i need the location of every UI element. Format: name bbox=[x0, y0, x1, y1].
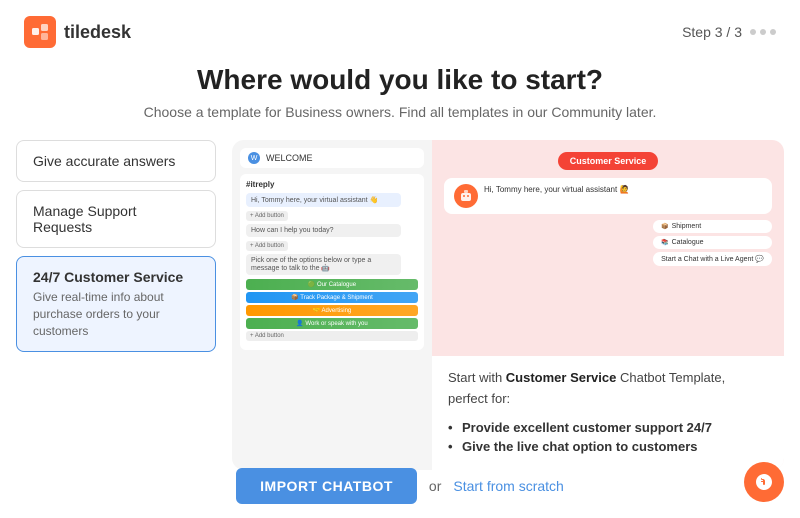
template-item-manage-support[interactable]: Manage Support Requests bbox=[16, 190, 216, 248]
question-bubble: How can I help you today? bbox=[246, 224, 401, 237]
qr-live-agent: Start a Chat with a Live Agent 💬 bbox=[653, 252, 772, 266]
chat-channel-title: #itreply bbox=[246, 180, 418, 189]
qr-catalogue: 📚 Catalogue bbox=[653, 236, 772, 249]
qr-catalogue-icon: 📚 bbox=[661, 239, 668, 246]
add-button-3: + Add button bbox=[246, 331, 418, 341]
header: tiledesk Step 3 / 3 bbox=[0, 0, 800, 64]
chat-preview: W WELCOME #itreply Hi, Tommy here, your … bbox=[232, 140, 432, 470]
greeting-bubble: Hi, Tommy here, your virtual assistant 👋 bbox=[246, 193, 401, 207]
import-chatbot-button[interactable]: IMPORT CHATBOT bbox=[236, 468, 417, 504]
step-dots bbox=[750, 29, 776, 35]
or-text: or bbox=[429, 478, 441, 494]
add-button-2: + Add button bbox=[246, 241, 288, 251]
qr-shipment-icon: 📦 bbox=[661, 223, 668, 230]
qr-shipment: 📦 Shipment bbox=[653, 220, 772, 233]
help-button[interactable] bbox=[744, 462, 784, 502]
dot-2 bbox=[760, 29, 766, 35]
description-text: Start with Customer Service Chatbot Temp… bbox=[448, 368, 768, 410]
options-prompt-bubble: Pick one of the options below or type a … bbox=[246, 254, 401, 275]
bot-avatar-icon bbox=[454, 184, 478, 208]
option-speak: 👤 Work or speak with you bbox=[246, 318, 418, 329]
dot-1 bbox=[750, 29, 756, 35]
logo: tiledesk bbox=[24, 16, 131, 48]
bot-greeting-text: Hi, Tommy here, your virtual assistant 🙋 bbox=[484, 184, 629, 195]
option-advertising: 🤝 Advertising bbox=[246, 305, 418, 316]
template-item-desc: Give real-time info about purchase order… bbox=[33, 289, 199, 339]
bullet-2: Give the live chat option to customers bbox=[448, 439, 768, 454]
start-from-scratch-link[interactable]: Start from scratch bbox=[453, 478, 563, 494]
option-catalogue: 🟢 Our Catalogue bbox=[246, 279, 418, 290]
chat-options: 🟢 Our Catalogue 📦 Track Package & Shipme… bbox=[246, 279, 418, 344]
logo-text: tiledesk bbox=[64, 22, 131, 43]
chat-header-label: WELCOME bbox=[266, 153, 313, 163]
step-info: Step 3 / 3 bbox=[682, 24, 776, 40]
bullet-1: Provide excellent customer support 24/7 bbox=[448, 420, 768, 435]
template-item-title: 24/7 Customer Service bbox=[33, 269, 199, 285]
main-content: Where would you like to start? Choose a … bbox=[0, 64, 800, 470]
quick-replies: 📦 Shipment 📚 Catalogue Start a Chat with… bbox=[653, 220, 772, 266]
chat-header-bar: W WELCOME bbox=[240, 148, 424, 168]
left-panel: Give accurate answers Manage Support Req… bbox=[16, 140, 216, 470]
template-item-customer-service[interactable]: 24/7 Customer Service Give real-time inf… bbox=[16, 256, 216, 352]
logo-icon bbox=[24, 16, 56, 48]
option-track: 📦 Track Package & Shipment bbox=[246, 292, 418, 303]
description-panel: Start with Customer Service Chatbot Temp… bbox=[432, 356, 784, 470]
bottom-bar: IMPORT CHATBOT or Start from scratch bbox=[0, 454, 800, 518]
template-item-accurate-answers[interactable]: Give accurate answers bbox=[16, 140, 216, 182]
step-label: Step 3 / 3 bbox=[682, 24, 742, 40]
dot-3 bbox=[770, 29, 776, 35]
page-subtitle: Choose a template for Business owners. F… bbox=[24, 104, 776, 120]
add-button-1: + Add button bbox=[246, 211, 288, 221]
content-area: Give accurate answers Manage Support Req… bbox=[0, 140, 800, 470]
chat-window: #itreply Hi, Tommy here, your virtual as… bbox=[240, 174, 424, 350]
chat-circle: W bbox=[248, 152, 260, 164]
page-title: Where would you like to start? bbox=[24, 64, 776, 96]
customer-service-badge: Customer Service bbox=[558, 152, 659, 170]
right-panel: W WELCOME #itreply Hi, Tommy here, your … bbox=[232, 140, 784, 470]
bullet-list: Provide excellent customer support 24/7 … bbox=[448, 420, 768, 454]
bot-message-box: Hi, Tommy here, your virtual assistant 🙋 bbox=[444, 178, 772, 214]
